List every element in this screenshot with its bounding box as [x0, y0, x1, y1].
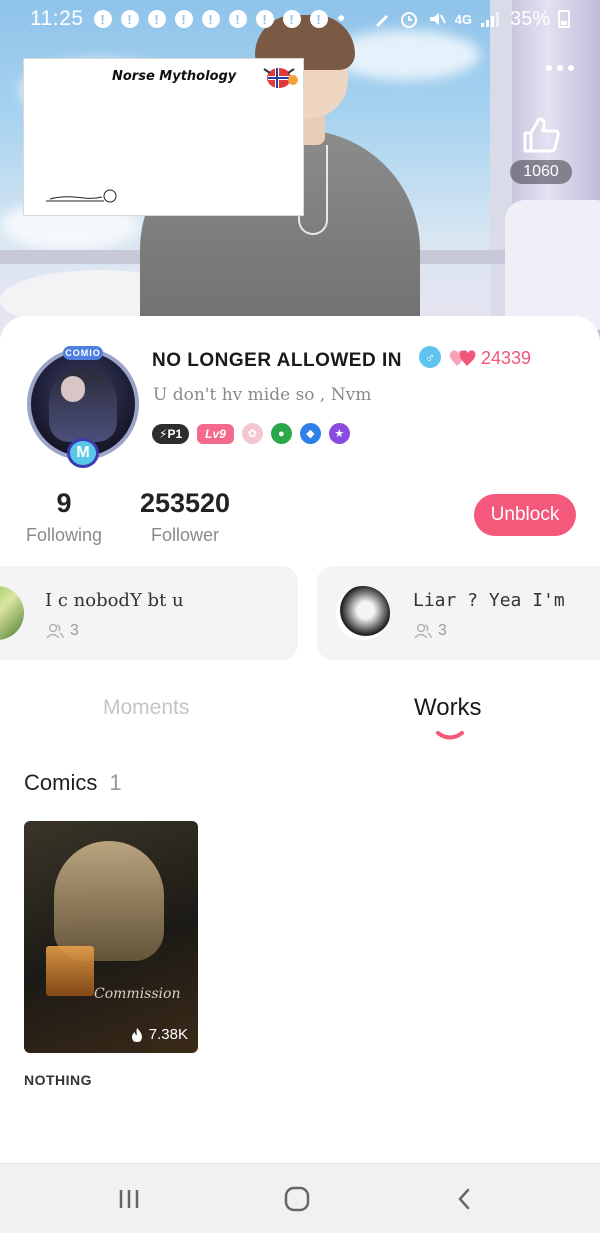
tab-moments[interactable]: Moments: [103, 696, 189, 720]
whiskey-glass: [46, 946, 94, 996]
recent-apps-button[interactable]: [109, 1184, 149, 1214]
group-member-count: 3: [438, 622, 447, 639]
thumbs-up-icon: [523, 117, 560, 153]
profile-sticker[interactable]: Norse Mythology: [23, 58, 304, 216]
notification-icon: !: [282, 10, 301, 28]
pen-icon: [375, 15, 388, 27]
recent-apps-icon: [119, 1190, 139, 1208]
bunny-badge-icon[interactable]: ✿: [241, 423, 263, 444]
signal-icon: [480, 12, 499, 27]
active-tab-indicator: [436, 731, 464, 740]
members-icon: [414, 623, 432, 639]
heart-count: 24339: [481, 348, 532, 368]
battery-percent: 35%: [509, 7, 550, 30]
badge-row: ⚡P1 Lv9 ✿ ● ◆ ★: [152, 423, 350, 444]
purple-badge-icon[interactable]: ★: [328, 423, 350, 444]
group-name: I ϲ nobodY bt u: [45, 590, 184, 611]
avatar-frame-emblem: M: [67, 438, 99, 468]
like-button[interactable]: [516, 110, 566, 160]
avatar-face: [61, 376, 85, 402]
back-button[interactable]: [444, 1184, 484, 1214]
comics-section-title: Comics 1: [24, 770, 122, 795]
group-member-count: 3: [70, 622, 79, 639]
notification-icons: !!!!!!!!!: [93, 10, 328, 28]
male-gender-icon: ♂: [419, 346, 441, 368]
green-orb-badge-icon[interactable]: ●: [270, 423, 292, 444]
group-avatar: [0, 586, 24, 640]
chair: [505, 200, 600, 330]
notification-icon: !: [228, 10, 247, 28]
notification-icon: !: [255, 10, 274, 28]
group-avatar: [336, 586, 390, 640]
blue-drop-badge-icon[interactable]: ◆: [299, 423, 321, 444]
following-label: Following: [25, 525, 103, 545]
comic-character: [54, 841, 164, 961]
sticker-title: Norse Mythology: [112, 69, 237, 84]
status-right: 4G 35%: [373, 8, 570, 31]
content-tabs: Moments Works: [0, 694, 600, 756]
profile-card: COMIO M NO LONGER ALLOWED IN ♂ 24339 U d…: [0, 316, 600, 1166]
username: NO LONGER ALLOWED IN: [152, 350, 402, 371]
notification-icon: !: [147, 10, 166, 28]
notification-icon: !: [309, 10, 328, 28]
comic-view-count: 7.38K: [148, 1026, 188, 1043]
notification-icon: !: [120, 10, 139, 28]
alarm-icon: [400, 12, 417, 28]
more-notifications-dot: •: [337, 7, 345, 30]
group-members: 3: [414, 622, 447, 640]
bio: U don't hv mide so , Nvm: [153, 385, 372, 405]
notification-icon: !: [174, 10, 193, 28]
comic-cover[interactable]: Commission 7.38K: [24, 821, 198, 1053]
comics-count: 1: [109, 770, 122, 795]
following-count: 9: [56, 488, 72, 518]
mute-icon: [429, 13, 446, 25]
back-icon: [458, 1188, 470, 1210]
home-icon: [284, 1186, 310, 1212]
network-type: 4G: [454, 11, 472, 27]
group-card[interactable]: I ϲ nobodY bt u 3: [0, 566, 298, 660]
system-nav-bar: [0, 1163, 600, 1233]
unblock-button[interactable]: Unblock: [474, 494, 576, 536]
notification-icon: !: [201, 10, 220, 28]
group-members: 3: [46, 622, 79, 640]
p1-badge[interactable]: ⚡P1: [152, 423, 190, 444]
group-card[interactable]: Liar ? Yea I'm 3: [317, 566, 600, 660]
norway-flag-icon: [263, 68, 298, 88]
follower-count: 253520: [139, 488, 231, 518]
status-bar: 11:25 !!!!!!!!! • 4G 35%: [0, 0, 600, 38]
level-badge[interactable]: Lv9: [197, 423, 234, 444]
following-stat[interactable]: 9 Following: [24, 488, 104, 546]
like-count: 1060: [510, 160, 572, 184]
avatar-frame-label: COMIO: [63, 346, 103, 360]
more-options-button[interactable]: [540, 54, 580, 82]
group-list: I ϲ nobodY bt u 3 Liar ? Yea I'm 3: [0, 566, 600, 661]
follower-stat[interactable]: 253520 Follower: [130, 488, 240, 546]
hearts-icon: [449, 350, 476, 366]
group-name: Liar ? Yea I'm: [413, 590, 565, 611]
members-icon: [46, 623, 64, 639]
battery-icon: [558, 10, 570, 28]
notification-icon: !: [93, 10, 112, 28]
comic-title[interactable]: NOTHING: [24, 1072, 92, 1088]
flame-icon: [131, 1027, 142, 1042]
cover-script-text: Commission: [94, 986, 181, 1002]
tab-works[interactable]: Works: [414, 694, 482, 722]
avatar-image: [49, 368, 117, 442]
doodle-figure-icon: [46, 189, 117, 203]
avatar[interactable]: COMIO M: [27, 346, 139, 468]
status-time: 11:25: [30, 7, 84, 30]
home-button[interactable]: [277, 1184, 317, 1214]
follower-label: Follower: [150, 525, 220, 545]
comic-views: 7.38K: [130, 1026, 188, 1043]
